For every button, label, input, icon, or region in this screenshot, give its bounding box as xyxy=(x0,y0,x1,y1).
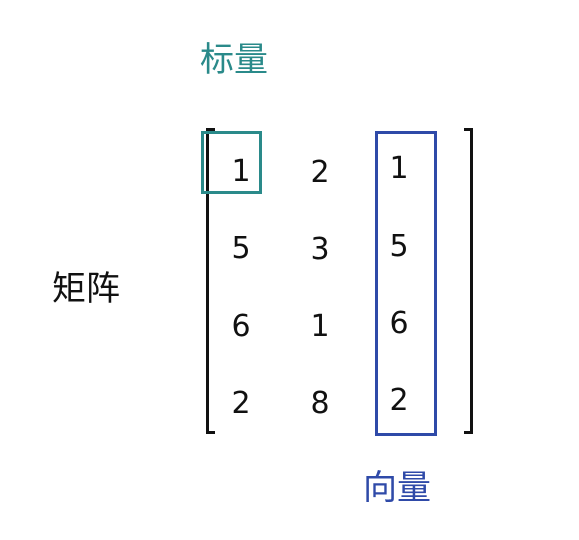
matrix-cell-r4-c1: 2 xyxy=(231,386,251,421)
matrix-cell-r1-c1: 1 xyxy=(231,154,251,189)
matrix-cell-r1-c2: 2 xyxy=(310,155,330,190)
vector-label: 向量 xyxy=(363,468,431,508)
matrix-cell-r1-c3: 1 xyxy=(389,151,409,186)
scalar-label: 标量 xyxy=(200,40,268,80)
matrix-cell-r2-c2: 3 xyxy=(310,232,330,267)
matrix-cell-r2-c1: 5 xyxy=(231,231,251,266)
matrix-label: 矩阵 xyxy=(52,269,120,309)
matrix-cell-r3-c1: 6 xyxy=(231,309,251,344)
right-bracket xyxy=(464,128,473,434)
matrix-cell-r4-c2: 8 xyxy=(310,386,330,421)
matrix-cell-r3-c2: 1 xyxy=(310,309,330,344)
matrix-cell-r4-c3: 2 xyxy=(389,383,409,418)
matrix-cell-r3-c3: 6 xyxy=(389,306,409,341)
matrix-cell-r2-c3: 5 xyxy=(389,229,409,264)
